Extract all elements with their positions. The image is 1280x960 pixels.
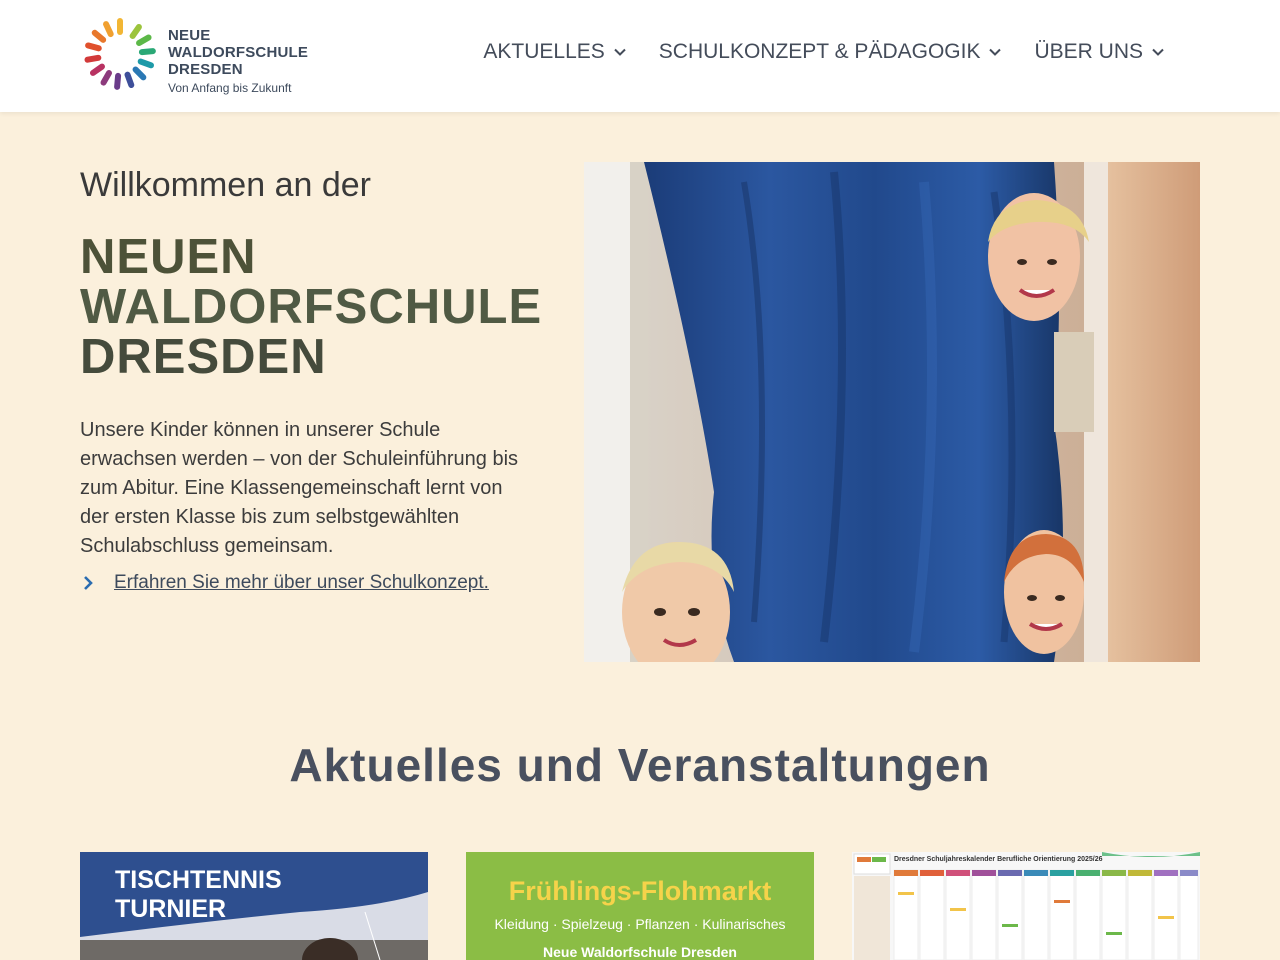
hero-welcome: Willkommen an der [80, 166, 371, 204]
card-title: Frühlings-Flohmarkt [508, 876, 772, 906]
chevron-down-icon [614, 48, 626, 56]
news-card-schuljahreskalender[interactable]: Dresdner Schuljahreskalender Berufliche … [852, 852, 1200, 960]
calendar-thumbnail [852, 852, 1200, 960]
logo-line-3: DRESDEN [168, 61, 243, 78]
card-title-line-1: TISCHTENNIS [115, 866, 282, 894]
news-card-tischtennis[interactable]: TISCHTENNIS TURNIER [80, 852, 428, 960]
logo-wordmark: NEUE WALDORFSCHULE DRESDEN [168, 27, 308, 78]
schulkonzept-link-label: Erfahren Sie mehr über unser Schulkonzep… [114, 572, 489, 593]
card-title-line-2: TURNIER [115, 895, 227, 923]
logo-line-2: WALDORFSCHULE [168, 44, 309, 61]
card-subtitle: Kleidung · Spielzeug · Pflanzen · Kulina… [494, 916, 786, 932]
hero-title-line-1: NEUEN [80, 230, 257, 284]
card-title: TISCHTENNIS TURNIER [115, 866, 282, 924]
nav-label: SCHULKONZEPT & PÄDAGOGIK [658, 40, 981, 63]
sun-logo-icon [84, 18, 156, 90]
logo-tagline: Von Anfang bis Zukunft [168, 81, 292, 95]
hero-photo [584, 162, 1200, 662]
hero-title-line-2: WALDORFSCHULE [80, 280, 543, 334]
site-logo[interactable]: NEUE WALDORFSCHULE DRESDEN Von Anfang bi… [80, 14, 310, 100]
hero-description: Unsere Kinder können in unserer Schule e… [80, 419, 519, 557]
site-header: NEUE WALDORFSCHULE DRESDEN Von Anfang bi… [0, 0, 1280, 112]
news-section-title: Aktuelles und Veranstaltungen [289, 739, 991, 791]
card-organization: Neue Waldorfschule Dresden [543, 944, 737, 960]
curtain-children-photo [584, 162, 1200, 662]
nav-item-ueber-uns[interactable]: ÜBER UNS [1034, 40, 1165, 64]
nav-item-schulkonzept[interactable]: SCHULKONZEPT & PÄDAGOGIK [659, 40, 1003, 64]
chevron-down-icon [1152, 48, 1164, 56]
chevron-right-icon [84, 576, 93, 590]
logo-line-1: NEUE [168, 27, 211, 44]
hero-title-line-3: DRESDEN [80, 330, 327, 384]
nav-label: AKTUELLES [483, 40, 605, 63]
hero-title: NEUEN WALDORFSCHULE DRESDEN [80, 232, 542, 382]
nav-label: ÜBER UNS [1034, 40, 1143, 63]
main-nav: AKTUELLES SCHULKONZEPT & PÄDAGOGIK ÜBER … [483, 40, 1165, 64]
nav-item-aktuelles[interactable]: AKTUELLES [483, 40, 626, 64]
schulkonzept-link[interactable]: Erfahren Sie mehr über unser Schulkonzep… [80, 572, 489, 594]
news-card-flohmarkt[interactable]: Frühlings-Flohmarkt Kleidung · Spielzeug… [466, 852, 814, 960]
chevron-down-icon [989, 48, 1002, 56]
card-title: Dresdner Schuljahreskalender Berufliche … [894, 856, 1103, 863]
